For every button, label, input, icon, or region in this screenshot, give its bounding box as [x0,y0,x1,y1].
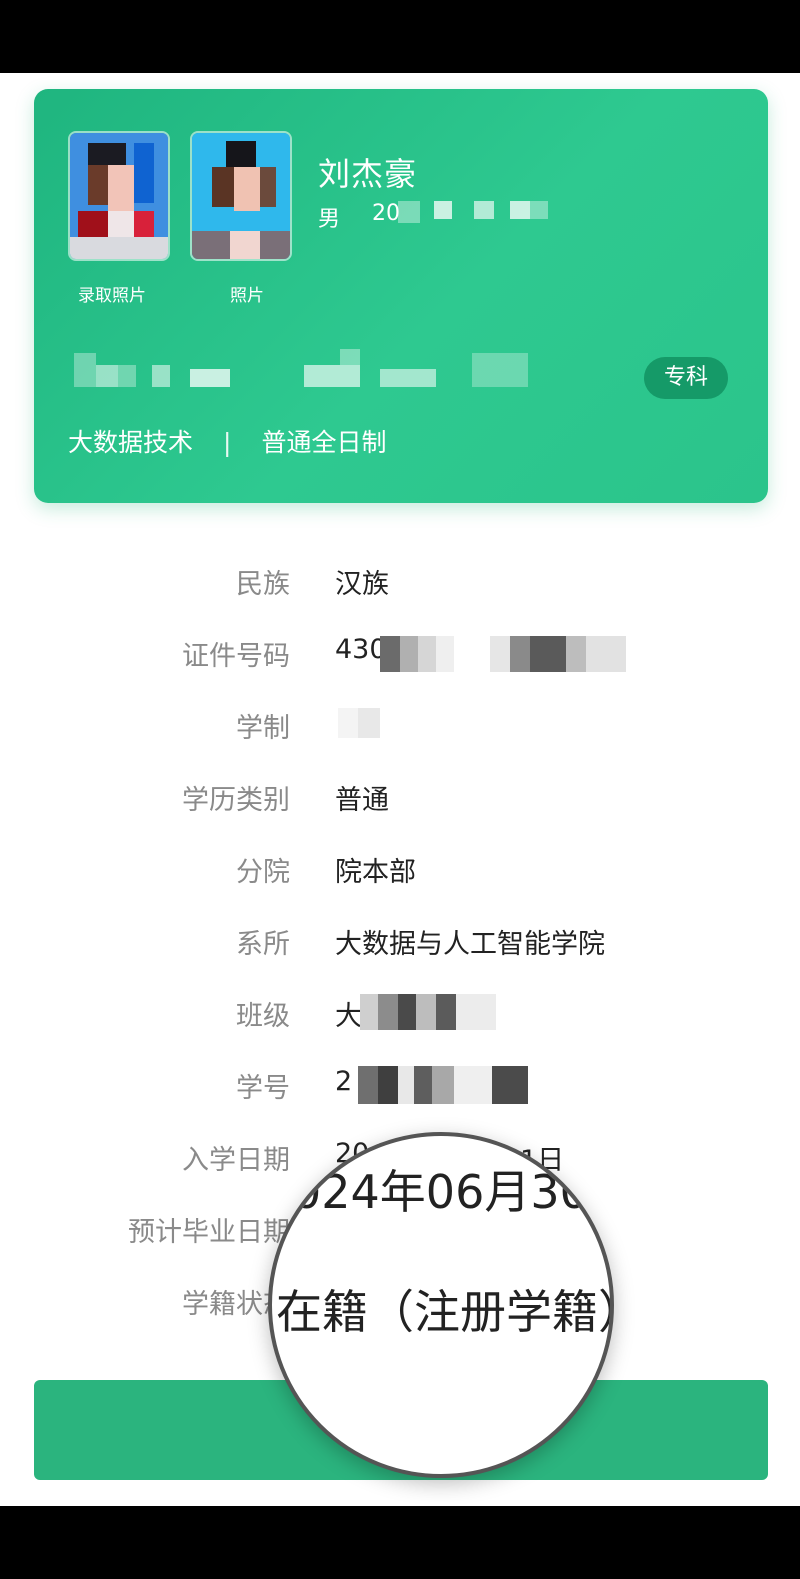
school-info-mosaic [96,365,118,387]
school-info-mosaic [118,365,136,387]
education-level-badge: 专科 [644,357,728,399]
school-info-mosaic [190,369,230,387]
status-bar [0,0,800,73]
duration-mosaic [338,708,380,738]
current-photo [190,131,292,261]
school-info-mosaic [380,369,436,387]
branch-value: 院本部 [335,857,416,888]
class-value: 大 [335,1001,362,1032]
duration-label: 学制 [236,713,290,744]
enroll-date-label: 入学日期 [182,1145,290,1176]
birthdate-mosaic [398,201,420,223]
student-name: 刘杰豪 [318,155,418,193]
ethnicity-value: 汉族 [335,569,389,600]
ethnicity-label: 民族 [236,569,290,600]
major-name: 大数据技术 [68,428,194,457]
admission-photo-caption: 录取照片 [78,286,146,306]
info-row-duration: 学制 [0,706,800,756]
edu-type-label: 学历类别 [182,785,290,816]
major-line: 大数据技术 | 普通全日制 [68,423,386,459]
magnified-status: 在籍（注册学籍） [276,1285,614,1339]
class-label: 班级 [236,1001,290,1032]
info-row-branch: 分院 院本部 [0,850,800,900]
school-info-mosaic [472,353,528,387]
info-row-ethnicity: 民族 汉族 [0,562,800,612]
info-row-class: 班级 大 [0,994,800,1044]
student-id-value: 2 [335,1066,353,1097]
study-mode: 普通全日制 [261,428,387,457]
school-info-mosaic [340,349,360,365]
birthdate-mosaic [530,201,548,219]
magnifier-overlay: 024年06月30 在籍（注册学籍） [268,1132,614,1478]
edu-type-value: 普通 [335,785,389,816]
magnified-grad-date: 024年06月30 [292,1165,589,1219]
department-value: 大数据与人工智能学院 [335,929,605,960]
info-row-student-id: 学号 2 [0,1066,800,1116]
id-number-mosaic [490,636,626,672]
navigation-bar [0,1506,800,1579]
grad-date-label: 预计毕业日期 [128,1217,290,1248]
class-mosaic [360,994,496,1030]
major-separator: | [223,428,232,457]
info-row-id-number: 证件号码 430 [0,634,800,684]
school-info-mosaic [152,365,170,387]
student-profile-card: 录取照片 照片 刘杰豪 男 20 专科 大数据技术 | 普通全日制 [34,89,768,503]
student-id-label: 学号 [236,1073,290,1104]
id-number-mosaic [380,636,454,672]
admission-photo [68,131,170,261]
current-photo-caption: 照片 [230,286,264,306]
birthdate-mosaic [510,201,530,219]
school-info-mosaic [74,353,96,387]
birthdate-mosaic [434,201,452,219]
info-row-edu-type: 学历类别 普通 [0,778,800,828]
student-gender: 男 [318,207,341,232]
student-birthdate: 20 [372,201,400,226]
department-label: 系所 [236,929,290,960]
student-id-mosaic [358,1066,528,1104]
info-row-department: 系所 大数据与人工智能学院 [0,922,800,972]
birthdate-mosaic [474,201,494,219]
branch-label: 分院 [236,857,290,888]
id-number-label: 证件号码 [182,641,290,672]
id-number-value: 430 [335,634,387,665]
school-info-mosaic [304,365,360,387]
